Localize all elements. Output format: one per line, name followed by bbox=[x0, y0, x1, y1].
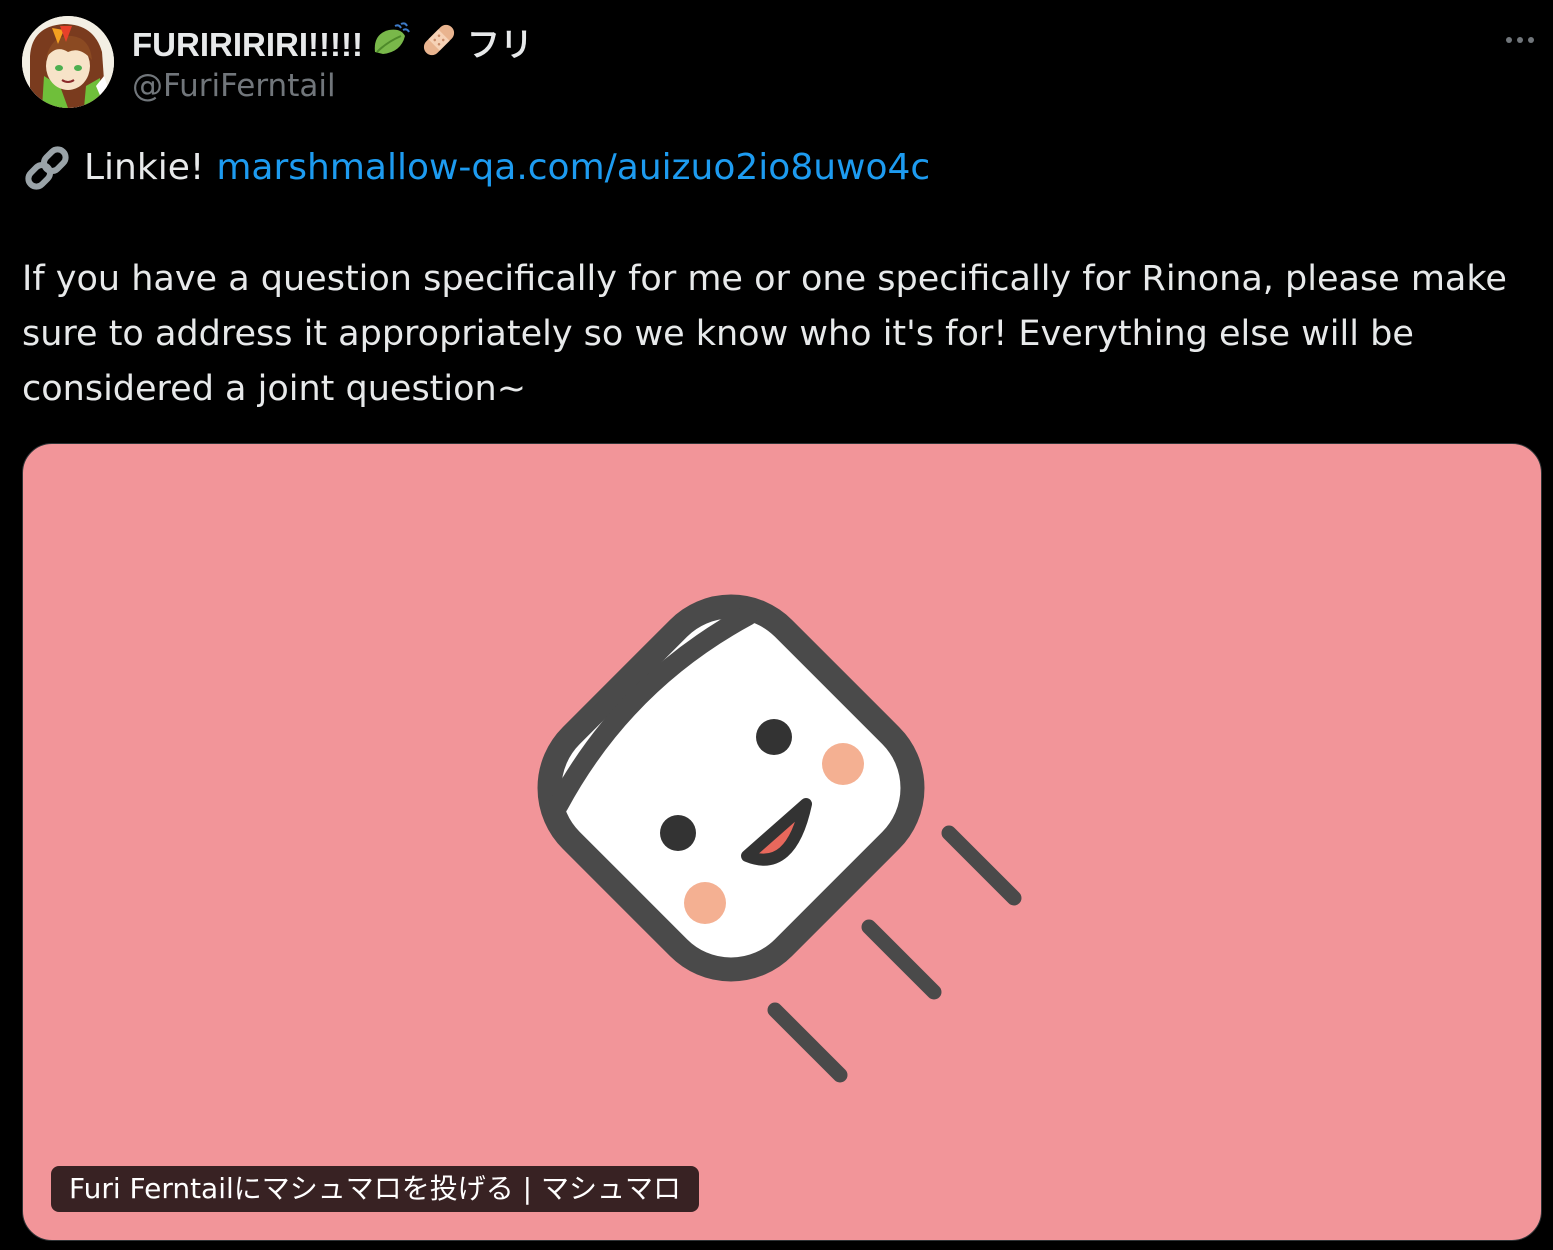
avatar[interactable] bbox=[22, 16, 114, 108]
avatar-image bbox=[22, 16, 114, 108]
link-prefix-text: Linkie! bbox=[84, 147, 205, 188]
leaf-icon bbox=[371, 22, 411, 67]
external-link[interactable]: marshmallow-qa.com/auizuo2io8uwo4c bbox=[216, 144, 930, 192]
mascot-cheek bbox=[684, 882, 726, 924]
more-dot-icon bbox=[1528, 37, 1534, 43]
marshmallow-mascot-image bbox=[537, 594, 1022, 1083]
link-icon bbox=[22, 144, 72, 192]
author-display-name-row[interactable]: FURIRIRIRI!!!!! フリ bbox=[132, 20, 533, 69]
post-body-text: If you have a question specifically for … bbox=[22, 259, 1507, 409]
more-dot-icon bbox=[1506, 37, 1512, 43]
mascot-eye bbox=[660, 815, 696, 851]
more-options-button[interactable] bbox=[1496, 22, 1544, 58]
link-line: Linkie! marshmallow-qa.com/auizuo2io8uwo… bbox=[22, 144, 930, 192]
more-dot-icon bbox=[1517, 37, 1523, 43]
mascot-cheek bbox=[822, 743, 864, 785]
author-handle[interactable]: @FuriFerntail bbox=[132, 66, 336, 106]
link-preview-card[interactable]: Furi Ferntailにマシュマロを投げる | マシュマロ bbox=[22, 443, 1542, 1241]
bandage-icon bbox=[419, 20, 459, 69]
mascot-eye bbox=[756, 719, 792, 755]
card-caption: Furi Ferntailにマシュマロを投げる | マシュマロ bbox=[51, 1166, 700, 1212]
author-name-suffix: フリ bbox=[466, 24, 533, 64]
author-display-name[interactable]: FURIRIRIRI!!!!! bbox=[132, 25, 363, 65]
